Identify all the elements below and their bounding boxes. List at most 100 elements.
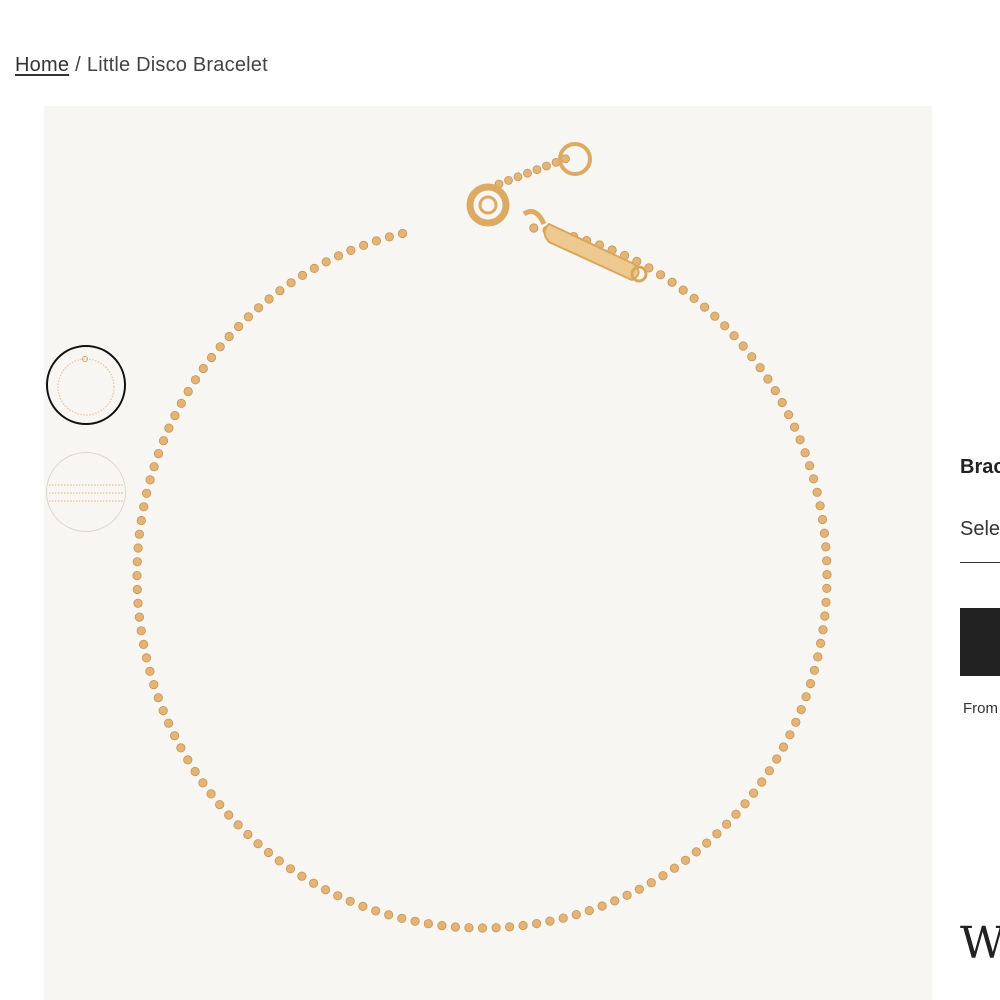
thumbnail-stacked-bracelets-icon — [49, 484, 123, 502]
chain-bead — [164, 423, 174, 433]
chain-bead — [747, 352, 757, 362]
chain-bead — [783, 410, 794, 420]
chain-bead — [778, 742, 789, 752]
chain-bead — [136, 626, 146, 636]
chain-bead — [297, 871, 307, 881]
thumbnail-2[interactable] — [46, 452, 126, 532]
chain-bead — [397, 228, 408, 239]
chain-bead — [610, 896, 620, 906]
chain-bead — [215, 342, 225, 352]
extender-bead — [542, 161, 551, 171]
chain-bead — [371, 236, 381, 246]
chain-bead — [233, 820, 243, 830]
chain-bead — [763, 374, 773, 384]
chain-bead — [680, 855, 691, 865]
chain-bead — [397, 913, 407, 924]
breadcrumb-current: Little Disco Bracelet — [86, 54, 268, 76]
breadcrumb-home-link[interactable]: Home — [15, 54, 69, 76]
chain-bead — [818, 625, 828, 635]
chain-bead — [190, 375, 201, 385]
chain-bead — [731, 809, 741, 819]
chain-bead — [384, 232, 394, 242]
chain-bead — [164, 718, 174, 728]
chain-bead — [142, 488, 152, 498]
chain-bead — [153, 693, 163, 703]
chain-bead — [132, 570, 142, 581]
chain-bead — [234, 321, 244, 332]
chain-bead — [491, 923, 501, 933]
chain-bead — [134, 612, 145, 622]
chain-bead — [529, 223, 539, 233]
chain-bead — [320, 885, 331, 895]
chain-bead — [263, 847, 274, 858]
thumbnail-bracelet-icon — [57, 356, 115, 416]
chain-bead — [658, 871, 668, 881]
chain-bead — [224, 331, 234, 342]
chain-bead — [678, 285, 688, 295]
thumbnail-1[interactable] — [46, 345, 126, 425]
chain-bead — [309, 263, 319, 273]
chain-bead — [333, 251, 344, 261]
chain-bead — [275, 286, 285, 296]
extender-bead — [532, 165, 542, 174]
chain-bead — [755, 363, 765, 373]
chain-bead — [464, 923, 474, 933]
chain-bead — [805, 678, 816, 689]
chain-bead — [558, 913, 568, 923]
chain-bead — [796, 704, 806, 715]
chain-bead — [815, 638, 826, 649]
chain-bead — [206, 789, 216, 799]
chain-bead — [321, 257, 331, 267]
chain-bead — [384, 910, 394, 920]
chain-bead — [183, 386, 193, 397]
chain-bead — [132, 557, 142, 567]
variant-select[interactable]: Sele — [960, 518, 1000, 563]
chain-bead — [139, 639, 149, 650]
add-to-bag-button[interactable] — [960, 608, 1000, 676]
chain-bead — [813, 652, 823, 662]
chain-bead — [133, 543, 143, 553]
chain-bead — [669, 863, 680, 873]
brand-tag — [543, 222, 648, 283]
chain-bead — [777, 397, 787, 408]
chain-bead — [800, 448, 810, 458]
chain-bead — [812, 487, 822, 497]
chain-bead — [133, 598, 143, 608]
product-main-image[interactable] — [44, 106, 932, 1000]
chain-bead — [646, 878, 656, 888]
chain-bead — [702, 838, 712, 848]
chain-bead — [243, 829, 253, 840]
chain-bead — [822, 556, 832, 566]
chain-bead — [634, 884, 644, 894]
chain-bead — [748, 788, 759, 798]
chain-bead — [817, 514, 828, 525]
chain-bead — [770, 385, 780, 396]
chain-bead — [170, 410, 180, 421]
chain-bead — [264, 294, 274, 304]
chain-bead — [712, 829, 722, 839]
chain-bead — [198, 363, 208, 374]
chain-bead — [822, 583, 832, 593]
chain-bead — [789, 422, 800, 432]
extender-bead — [504, 176, 513, 185]
chain-bead — [170, 731, 180, 741]
chain-bead — [333, 891, 343, 901]
chain-bead — [254, 303, 264, 313]
chain-bead — [764, 766, 775, 776]
chain-bead — [153, 448, 164, 459]
chain-bead — [176, 398, 186, 408]
chain-bead — [477, 923, 488, 933]
chain-bead — [371, 906, 381, 916]
chain-bead — [358, 901, 368, 912]
chain-bead — [821, 597, 831, 607]
chain-bead — [720, 321, 730, 331]
chain-bead — [772, 754, 782, 764]
chain-bead — [158, 436, 169, 446]
chain-bead — [785, 730, 795, 740]
chain-bead — [206, 352, 217, 363]
chain-bead — [410, 916, 420, 926]
chain-bead — [224, 810, 234, 820]
chain-bead — [545, 916, 555, 926]
chain-bead — [740, 799, 750, 809]
chain-beads — [132, 154, 832, 933]
